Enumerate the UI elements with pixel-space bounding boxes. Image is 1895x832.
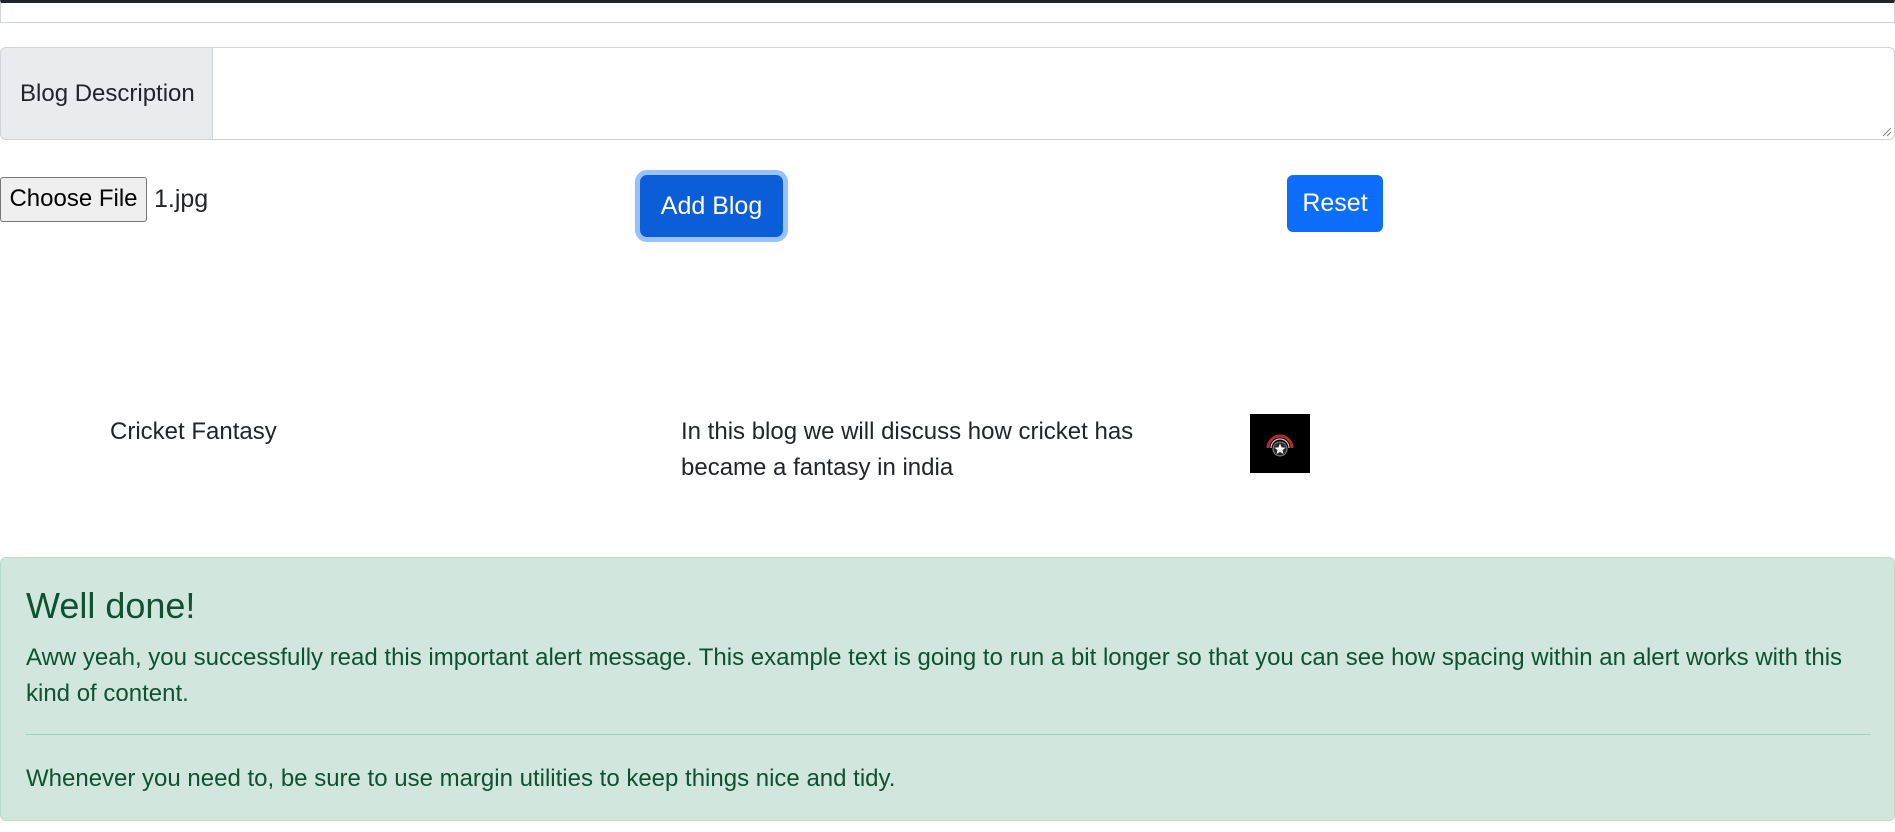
page: Blog Description Choose File 1.jpg Add B… — [0, 0, 1895, 832]
reset-button[interactable]: Reset — [1287, 175, 1383, 232]
blog-thumbnail — [1250, 414, 1310, 473]
alert-divider — [26, 734, 1871, 735]
alert-heading: Well done! — [26, 585, 196, 626]
alert-footer-text: Whenever you need to, be sure to use mar… — [26, 765, 896, 792]
file-input: Choose File 1.jpg — [0, 176, 208, 222]
resize-grip-icon[interactable] — [1880, 125, 1892, 137]
success-alert: Well done! Aww yeah, you successfully re… — [0, 557, 1895, 821]
selected-file-name: 1.jpg — [154, 184, 209, 213]
add-blog-button[interactable]: Add Blog — [640, 175, 783, 237]
blog-title: Cricket Fantasy — [110, 418, 277, 445]
blog-description-textarea[interactable] — [212, 47, 1895, 140]
choose-file-button[interactable]: Choose File — [0, 176, 147, 222]
blog-title-input[interactable] — [0, 0, 1895, 23]
alert-body-text: Aww yeah, you successfully read this imp… — [26, 644, 1843, 707]
blog-list-item: Cricket Fantasy In this blog we will dis… — [0, 414, 1895, 494]
star-emblem-icon — [1266, 434, 1294, 456]
blog-description: In this blog we will discuss how cricket… — [681, 418, 1134, 481]
blog-description-label: Blog Description — [0, 47, 212, 140]
blog-description-group: Blog Description — [0, 47, 1895, 140]
